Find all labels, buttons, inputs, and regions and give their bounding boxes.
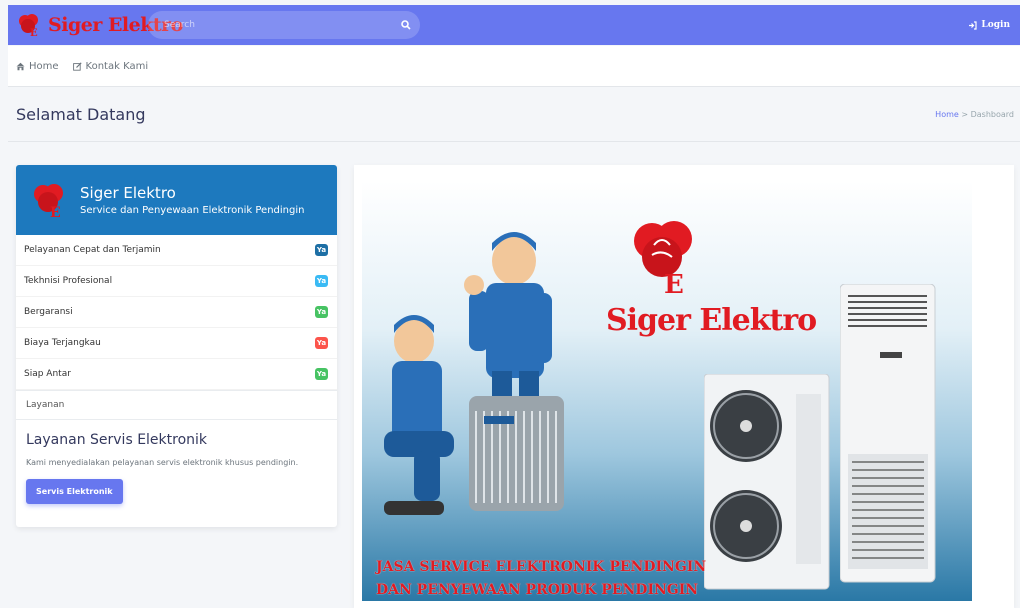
banner-caption-line2: DAN PENYEWAAN PRODUK PENDINGIN [376,582,699,598]
nav-item-home[interactable]: Home [16,61,59,72]
list-item: Siap Antar Ya [16,359,337,390]
nav-item-kontak-kami[interactable]: Kontak Kami [72,60,149,72]
list-item: Tekhnisi Profesional Ya [16,266,337,297]
service-title: Layanan Servis Elektronik [26,432,208,448]
login-label: Login [981,20,1010,30]
search-icon [401,20,411,30]
servis-elektronik-button[interactable]: Servis Elektronik [26,479,123,504]
technicians-illustration [384,232,564,515]
top-navbar: E Siger Elektro Login [8,5,1020,45]
svg-text:E: E [664,270,684,295]
outdoor-ac-unit [704,374,830,590]
svg-text:E: E [50,205,61,219]
feature-label: Pelayanan Cepat dan Terjamin [24,245,161,255]
banner-brand-name: Siger Elektro [606,303,817,338]
list-item: Biaya Terjangkau Ya [16,328,337,359]
feature-label: Siap Antar [24,369,71,379]
feature-label: Tekhnisi Profesional [24,276,113,286]
page-title: Selamat Datang [16,104,146,124]
tab-layanan[interactable]: Layanan [16,390,337,420]
feature-label: Bergaransi [24,307,73,317]
company-tagline: Service dan Penyewaan Elektronik Pending… [80,205,305,216]
status-badge: Ya [315,337,328,349]
section-header: Selamat Datang Home > Dashboard [8,86,1020,142]
siger-elektro-logo-icon: E [634,221,692,295]
search-box [148,11,420,39]
status-badge: Ya [315,306,328,318]
banner-caption-line1: JASA SERVICE ELEKTRONIK PENDINGIN [376,559,707,575]
login-link[interactable]: Login [968,5,1010,45]
company-name: Siger Elektro [80,184,176,202]
breadcrumb-separator: > [958,109,971,119]
promo-banner: E Siger Elektro JASA SERVICE ELEKTRONIK … [362,181,972,601]
list-item: Pelayanan Cepat dan Terjamin Ya [16,235,337,266]
breadcrumb-current: Dashboard [970,109,1014,119]
service-section: Layanan Servis Elektronik Kami menyedial… [16,420,337,504]
sign-in-icon [969,20,978,30]
list-item: Bergaransi Ya [16,297,337,328]
search-button[interactable] [392,11,420,39]
feature-list: Pelayanan Cepat dan Terjamin Ya Tekhnisi… [16,235,337,390]
search-input[interactable] [148,19,392,31]
banner-card: E Siger Elektro JASA SERVICE ELEKTRONIK … [354,165,1014,608]
status-badge: Ya [315,244,328,256]
feature-label: Biaya Terjangkau [24,338,101,348]
status-badge: Ya [315,275,328,287]
status-badge: Ya [315,368,328,380]
company-logo-icon: E [34,184,63,219]
home-icon [16,62,25,70]
breadcrumb-home-link[interactable]: Home [935,110,959,119]
service-description: Kami menyedialakan pelayanan servis elek… [26,458,299,467]
profile-card-header: E Siger Elektro Service dan Penyewaan El… [16,165,337,235]
floor-standing-ac [840,284,936,583]
profile-card: E Siger Elektro Service dan Penyewaan El… [16,165,337,527]
nav-item-label: Home [29,60,59,72]
secondary-nav: Home Kontak Kami [8,46,1020,86]
edit-icon [72,61,82,71]
nav-item-label: Kontak Kami [85,60,149,72]
svg-text:E: E [30,28,38,38]
breadcrumb: Home > Dashboard [935,110,1014,119]
brand-logo-icon: E [19,14,38,38]
